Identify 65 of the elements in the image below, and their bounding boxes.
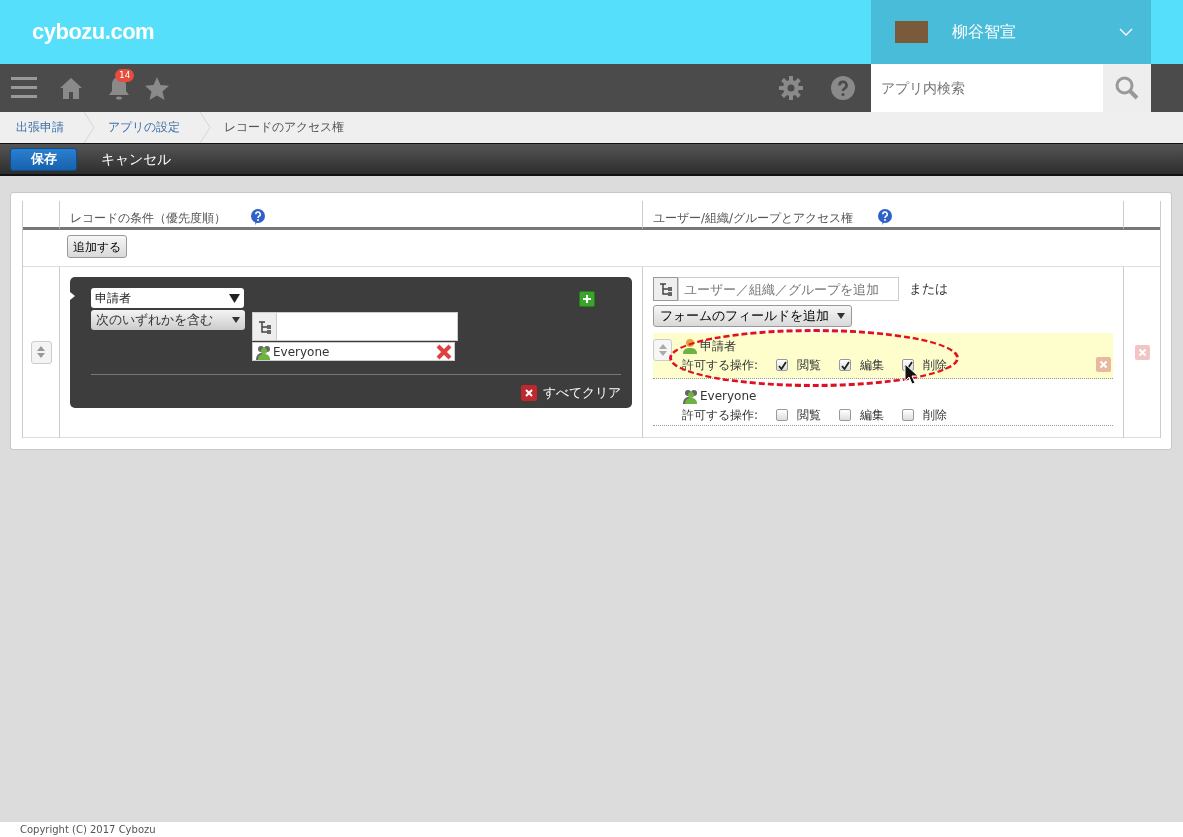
permission-label: 閲覧: [797, 407, 822, 424]
help-icon[interactable]: [877, 209, 894, 225]
permission-label: 編集: [860, 407, 885, 424]
value-field[interactable]: [277, 312, 458, 341]
add-field-button[interactable]: フォームのフィールドを追加: [653, 305, 852, 327]
caret-icon: [229, 293, 240, 303]
copyright-text: Copyright (C) 2017 Cybozu: [0, 822, 1183, 837]
group-icon: [255, 343, 273, 360]
checkbox[interactable]: [839, 359, 852, 371]
chevron-down-icon: [1119, 28, 1133, 36]
or-label: または: [909, 280, 948, 299]
notification-count: 14: [115, 69, 135, 82]
checkbox[interactable]: [776, 359, 789, 371]
reorder-handle[interactable]: [30, 340, 52, 364]
remove-button[interactable]: [1096, 357, 1111, 372]
checkbox[interactable]: [776, 409, 789, 421]
search-field[interactable]: アプリ内検索: [871, 64, 1103, 112]
cancel-button[interactable]: キャンセル: [97, 148, 175, 170]
user-icon: [682, 338, 700, 354]
permission-label: 削除: [923, 407, 948, 424]
org-chart-button[interactable]: [653, 277, 678, 301]
add-button[interactable]: 追加する: [67, 235, 127, 258]
breadcrumb-separator: [84, 112, 96, 143]
permission-label: 削除: [923, 357, 948, 374]
avatar-photo: [895, 21, 928, 43]
plus-icon: [582, 294, 592, 304]
save-button[interactable]: 保存: [10, 147, 77, 171]
permission-label: 編集: [860, 357, 885, 374]
cursor-icon: [904, 363, 918, 385]
remove-icon[interactable]: [436, 343, 452, 360]
permissions-label: 許可する操作:: [682, 407, 759, 424]
caret-icon: [837, 313, 845, 319]
close-icon: [1097, 358, 1110, 371]
column-header: レコードの条件（優先度順）: [70, 210, 226, 227]
user-name: 柳谷智宣: [952, 21, 1016, 43]
entry-name: Everyone: [700, 388, 757, 405]
user-search-field[interactable]: ユーザー／組織／グループを追加: [678, 277, 899, 301]
column-header: ユーザー/組織/グループとアクセス権: [653, 210, 854, 227]
breadcrumb-link[interactable]: 出張申請: [4, 112, 84, 143]
breadcrumb-link[interactable]: アプリの設定: [96, 112, 200, 143]
star-icon[interactable]: [145, 76, 169, 100]
search-icon: [1115, 76, 1139, 100]
clear-all-button[interactable]: すべてクリア: [521, 383, 621, 403]
checkbox[interactable]: [902, 409, 915, 421]
home-icon[interactable]: [59, 77, 83, 99]
add-condition-button[interactable]: [579, 291, 595, 307]
settings-icon[interactable]: [779, 76, 803, 100]
org-chart-button[interactable]: [252, 312, 277, 341]
entry-name: 申請者: [700, 338, 736, 355]
breadcrumb-separator: [200, 112, 212, 143]
help-icon[interactable]: [250, 209, 266, 225]
operator-dropdown[interactable]: 次のいずれかを含む: [91, 310, 245, 330]
search-button[interactable]: [1103, 64, 1151, 112]
help-icon[interactable]: [831, 76, 855, 100]
breadcrumb-current: レコードのアクセス権: [223, 119, 345, 136]
value-name: Everyone: [273, 343, 331, 361]
permission-label: 閲覧: [797, 357, 822, 374]
reorder-handle[interactable]: [653, 339, 672, 361]
caret-icon: [232, 317, 240, 323]
tree-icon: [658, 282, 673, 296]
tree-icon: [257, 319, 272, 334]
field-dropdown[interactable]: 申請者: [91, 288, 244, 308]
checkbox[interactable]: [839, 409, 852, 421]
menu-icon[interactable]: [11, 77, 37, 99]
group-icon: [682, 388, 700, 404]
